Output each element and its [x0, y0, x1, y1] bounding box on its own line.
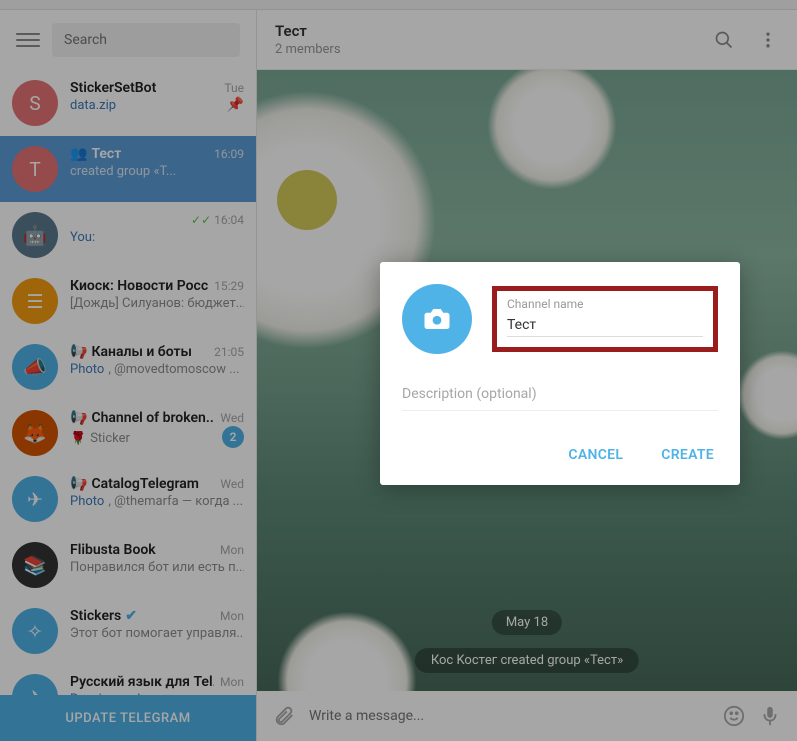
create-button[interactable]: CREATE: [657, 439, 718, 471]
channel-name-highlight: Channel name: [492, 286, 718, 352]
channel-photo-button[interactable]: [402, 284, 472, 354]
channel-description-input[interactable]: Description (optional): [402, 386, 718, 411]
app-root: S StickerSetBot Tue data.zip 📌 T �: [0, 0, 797, 741]
sidebar-overlay: [0, 0, 257, 741]
cancel-button[interactable]: CANCEL: [564, 439, 627, 471]
channel-name-input[interactable]: [507, 317, 703, 337]
channel-name-label: Channel name: [507, 297, 703, 311]
create-channel-modal: Channel name Description (optional) CANC…: [380, 262, 740, 485]
